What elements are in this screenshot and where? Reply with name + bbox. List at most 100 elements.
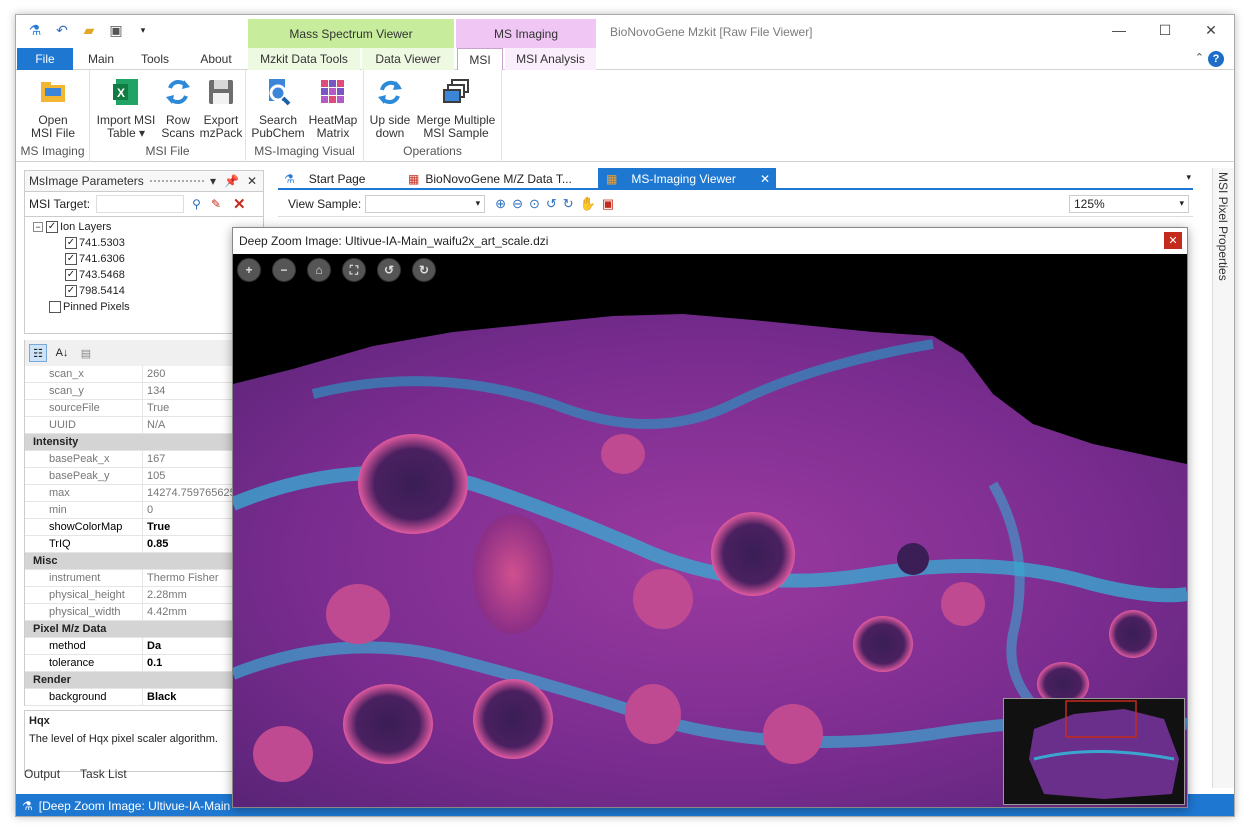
export-mzpack-button[interactable]: Export mzPack — [198, 76, 244, 140]
deep-zoom-close-icon[interactable]: ✕ — [1164, 232, 1182, 249]
tree-node-layer[interactable]: ✓ 741.6306 — [33, 251, 263, 267]
undo-icon[interactable]: ↶ — [53, 21, 71, 39]
panel-close-icon[interactable]: ✕ — [247, 174, 257, 188]
tab-mz-data-tools[interactable]: ▦ BioNovoGene M/Z Data T... — [408, 168, 598, 189]
tab-list-dropdown-icon[interactable]: ▾ — [1186, 172, 1191, 183]
checkbox-ion-layers[interactable]: ✓ — [46, 221, 58, 233]
tree-node-layer[interactable]: ✓ 741.5303 — [33, 235, 263, 251]
tab-start-page[interactable]: ⚗ Start Page — [284, 168, 404, 189]
close-icon[interactable]: ✕ — [1188, 15, 1234, 45]
tab-tools[interactable]: Tools — [130, 48, 180, 70]
zoom-fit-icon[interactable]: ⊙ — [529, 196, 540, 212]
tree-node-pinned-pixels[interactable]: Pinned Pixels — [33, 299, 263, 315]
clear-target-icon[interactable]: ✕ — [233, 195, 246, 213]
zoom-in-icon[interactable]: ⊕ — [495, 196, 506, 212]
property-category[interactable]: Pixel M/z Data — [25, 621, 264, 638]
save-icon[interactable]: ▣ — [107, 21, 125, 39]
property-row[interactable]: UUID N/A — [25, 417, 264, 434]
minimap-navigator[interactable] — [1003, 698, 1185, 805]
tab-main[interactable]: Main — [76, 48, 126, 70]
property-row[interactable]: max 14274.759765625 — [25, 485, 264, 502]
fullscreen-icon[interactable]: ⛶ — [342, 258, 366, 282]
pin-target-icon[interactable]: ✎ — [211, 197, 221, 211]
property-row[interactable]: instrument Thermo Fisher — [25, 570, 264, 587]
zoom-in-icon[interactable]: + — [237, 258, 261, 282]
up-side-down-button[interactable]: Up side down — [368, 76, 412, 140]
msi-pixel-properties-panel[interactable]: MSI Pixel Properties — [1212, 168, 1234, 788]
minimize-icon[interactable]: — — [1096, 15, 1142, 45]
property-row[interactable]: scan_y 134 — [25, 383, 264, 400]
qat-dropdown-icon[interactable]: ▾ — [134, 21, 152, 39]
property-row[interactable]: basePeak_x 167 — [25, 451, 264, 468]
import-msi-table-button[interactable]: X Import MSI Table ▾ — [94, 76, 158, 140]
property-row[interactable]: tolerance 0.1 — [25, 655, 264, 672]
msi-target-input[interactable] — [96, 195, 185, 213]
tab-task-list[interactable]: Task List — [80, 767, 127, 781]
open-folder-icon[interactable]: ▰ — [80, 21, 98, 39]
pan-hand-icon[interactable]: ✋ — [580, 196, 596, 212]
categorized-icon[interactable]: ☷ — [29, 344, 47, 362]
checkbox-pinned-pixels[interactable] — [49, 301, 61, 313]
property-row[interactable]: physical_height 2.28mm — [25, 587, 264, 604]
tab-data-viewer[interactable]: Data Viewer — [362, 48, 454, 70]
property-pages-icon[interactable]: ▤ — [77, 344, 95, 362]
tab-mzkit-data-tools[interactable]: Mzkit Data Tools — [248, 48, 360, 70]
property-row[interactable]: background Black — [25, 689, 264, 706]
row-scans-button[interactable]: Row Scans — [158, 76, 198, 140]
property-row[interactable]: physical_width 4.42mm — [25, 604, 264, 621]
zoom-select[interactable]: 125% ▾ — [1069, 194, 1189, 213]
tab-file[interactable]: File — [17, 48, 73, 70]
heatmap-matrix-button[interactable]: HeatMap Matrix — [306, 76, 360, 140]
group-caption-ms-imaging: MS Imaging — [20, 144, 85, 158]
rotate-right-icon[interactable]: ↻ — [412, 258, 436, 282]
tab-close-icon[interactable]: ✕ — [760, 172, 770, 186]
property-category[interactable]: Intensity — [25, 434, 264, 451]
checkbox-layer[interactable]: ✓ — [65, 269, 77, 281]
checkbox-layer[interactable]: ✓ — [65, 285, 77, 297]
rotate-left-icon[interactable]: ↺ — [377, 258, 401, 282]
rotate-right-icon[interactable]: ↻ — [563, 196, 574, 212]
zoom-out-icon[interactable]: − — [272, 258, 296, 282]
help-icon[interactable]: ? — [1208, 51, 1224, 67]
property-row[interactable]: showColorMap True — [25, 519, 264, 536]
checkbox-layer[interactable]: ✓ — [65, 253, 77, 265]
maximize-icon[interactable]: ☐ — [1142, 15, 1188, 45]
property-category[interactable]: Misc — [25, 553, 264, 570]
pin-icon[interactable]: 📌 — [224, 174, 239, 188]
panel-grip[interactable] — [149, 180, 204, 182]
rotate-left-icon[interactable]: ↺ — [546, 196, 557, 212]
tree-node-ion-layers[interactable]: − ✓ Ion Layers — [33, 219, 263, 235]
snapshot-icon[interactable]: ▣ — [602, 196, 614, 212]
property-row[interactable]: method Da — [25, 638, 264, 655]
view-sample-select[interactable]: ▾ — [365, 194, 486, 213]
property-row[interactable]: basePeak_y 105 — [25, 468, 264, 485]
property-row[interactable]: scan_x 260 — [25, 366, 264, 383]
open-msi-file-button[interactable]: Open MSI File — [28, 76, 78, 140]
follicle — [711, 512, 795, 596]
alphabetical-sort-icon[interactable]: A↓ — [53, 344, 71, 362]
property-row[interactable]: min 0 — [25, 502, 264, 519]
collapse-ribbon-icon[interactable]: ⌃ — [1195, 51, 1204, 64]
merge-multiple-msi-sample-button[interactable]: Merge Multiple MSI Sample — [412, 76, 500, 140]
home-icon[interactable]: ⌂ — [307, 258, 331, 282]
heatmap-icon — [321, 80, 344, 103]
tab-ms-imaging-viewer[interactable]: ▦ MS-Imaging Viewer ✕ — [598, 168, 776, 189]
property-category[interactable]: Render — [25, 672, 264, 689]
zoom-out-icon[interactable]: ⊖ — [512, 196, 523, 212]
tab-msi[interactable]: MSI — [457, 48, 503, 71]
tree-node-layer[interactable]: ✓ 798.5414 — [33, 283, 263, 299]
app-flask-icon: ⚗ — [28, 21, 42, 38]
tab-about[interactable]: About — [188, 48, 244, 70]
tab-msi-analysis[interactable]: MSI Analysis — [505, 48, 596, 70]
property-row[interactable]: sourceFile True — [25, 400, 264, 417]
collapse-icon[interactable]: − — [33, 222, 43, 232]
search-pubchem-button[interactable]: Search PubChem — [250, 76, 306, 140]
search-icon[interactable]: ⚲ — [192, 197, 201, 211]
tab-output[interactable]: Output — [24, 767, 60, 781]
property-grid: scan_x 260 scan_y 134 sourceFile True UUID N/A I… — [24, 366, 264, 706]
checkbox-layer[interactable]: ✓ — [65, 237, 77, 249]
tree-node-layer[interactable]: ✓ 743.5468 — [33, 267, 263, 283]
property-row[interactable]: TrIQ 0.85 — [25, 536, 264, 553]
panel-dropdown-icon[interactable]: ▾ — [210, 174, 216, 188]
deep-zoom-canvas[interactable]: + − ⌂ ⛶ ↺ ↻ — [233, 254, 1187, 807]
